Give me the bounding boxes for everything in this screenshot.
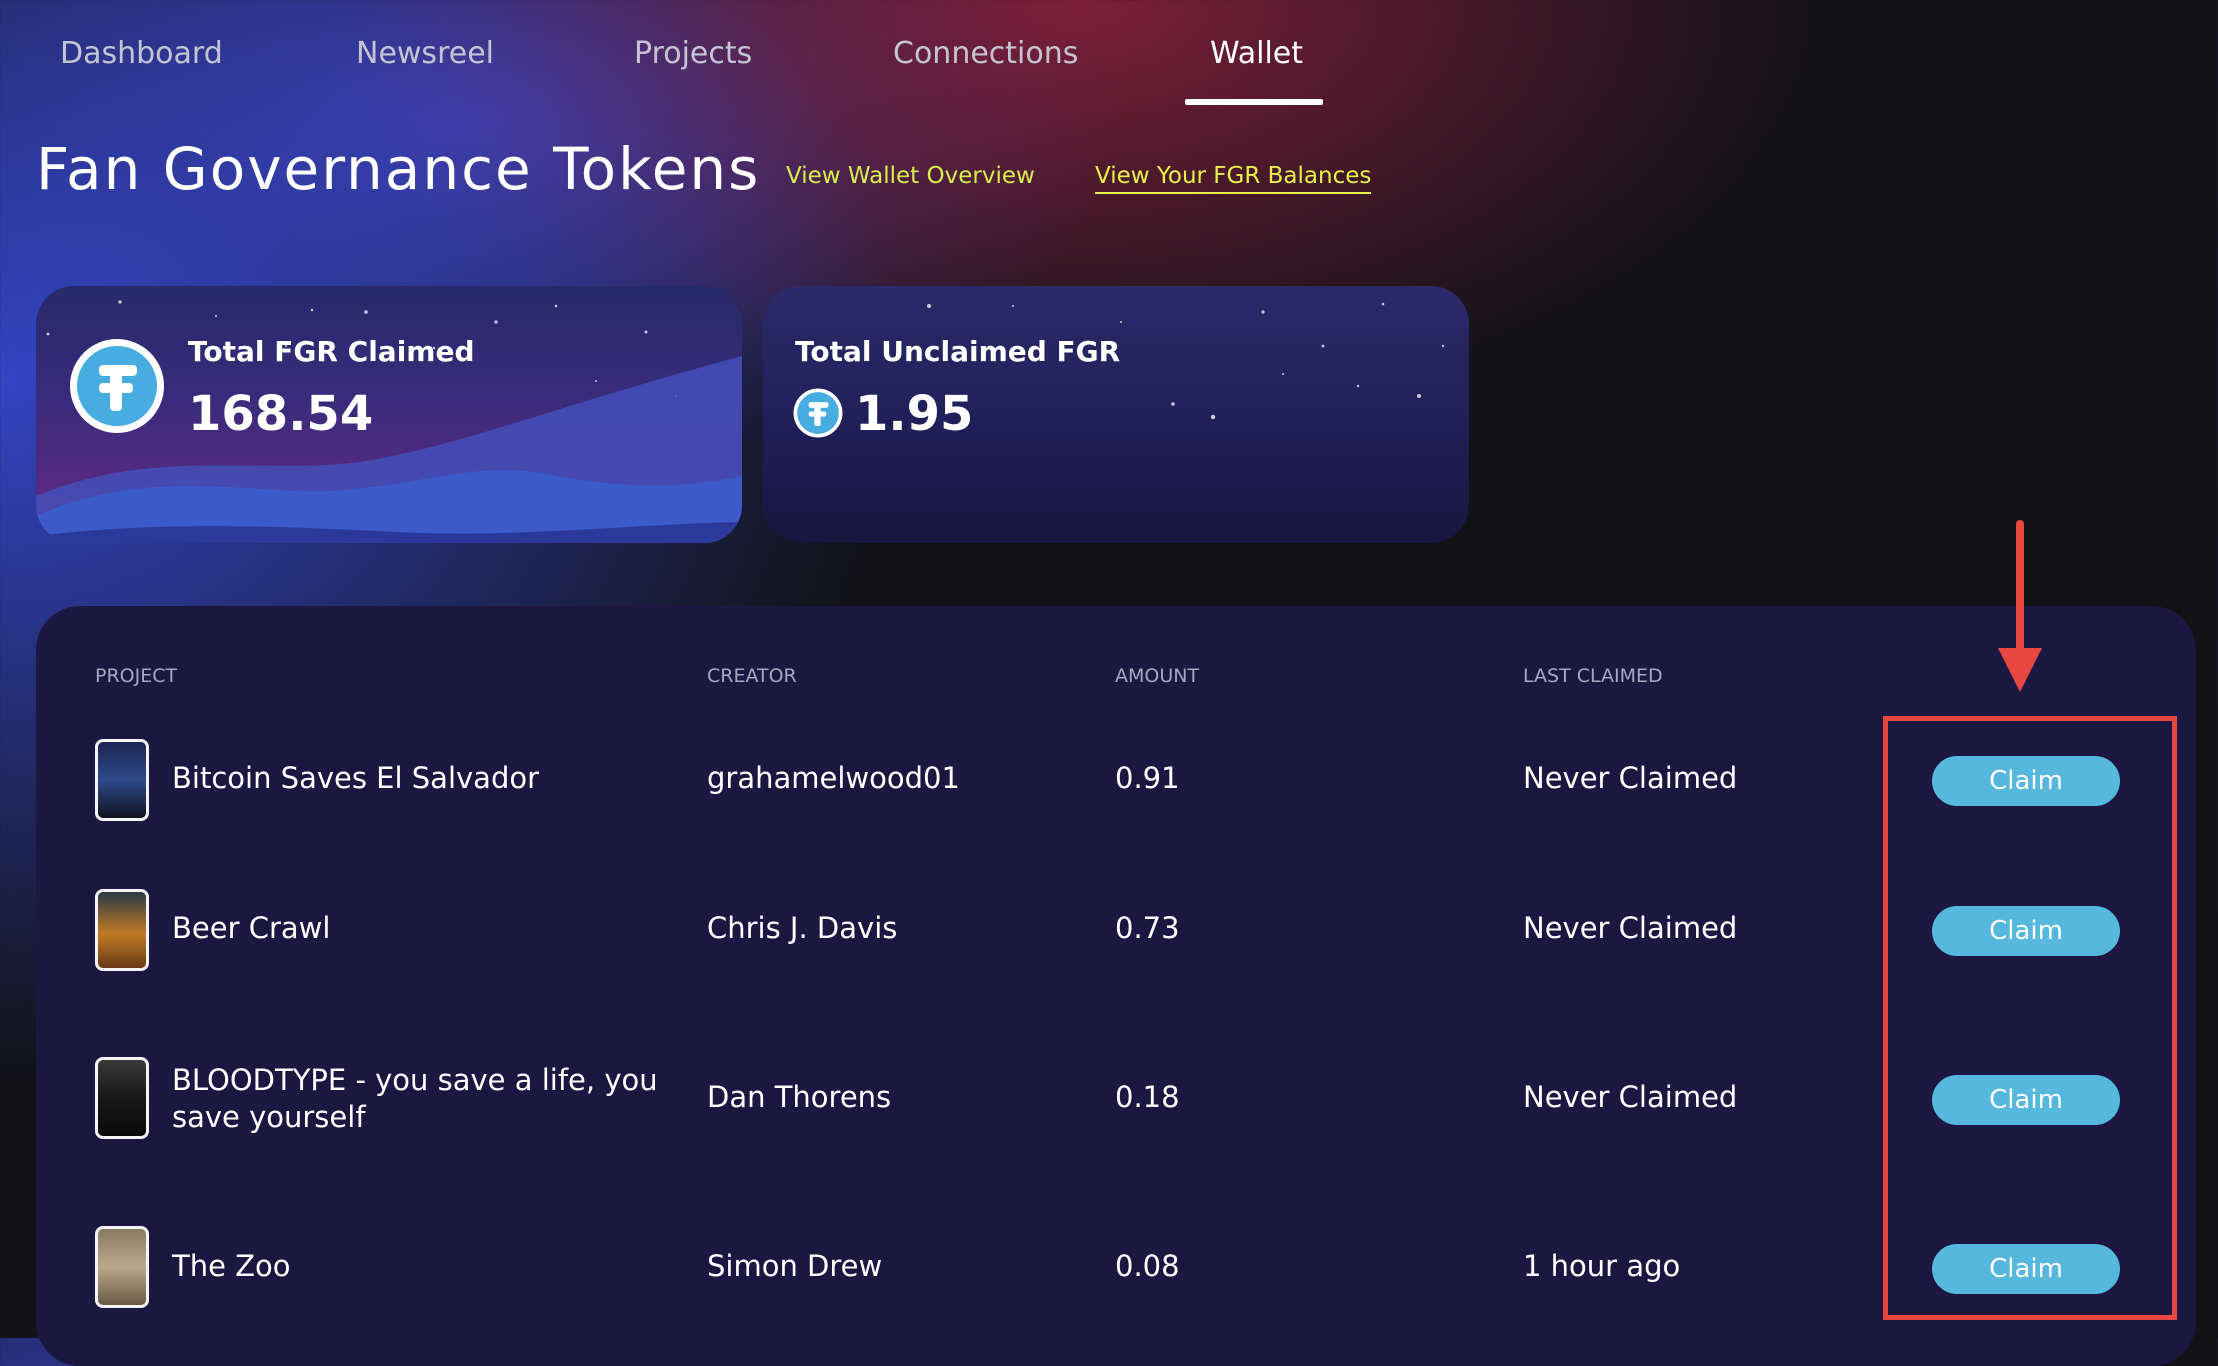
nav-tab-newsreel[interactable]: Newsreel	[356, 36, 494, 71]
fgr-token-icon-small	[793, 388, 843, 438]
nav-tab-wallet[interactable]: Wallet	[1210, 36, 1303, 71]
fgr-token-icon	[70, 339, 164, 433]
project-thumbnail[interactable]	[95, 739, 149, 821]
red-arrow-down	[1998, 520, 2042, 692]
row-last-claimed: Never Claimed	[1523, 911, 1738, 945]
row-amount: 0.18	[1115, 1080, 1180, 1114]
row-last-claimed: 1 hour ago	[1523, 1249, 1681, 1283]
column-header-amount: AMOUNT	[1115, 665, 1200, 687]
row-last-claimed: Never Claimed	[1523, 761, 1738, 795]
row-creator: grahamelwood01	[707, 761, 960, 795]
view-fgr-balances-link[interactable]: View Your FGR Balances	[1095, 163, 1372, 194]
project-thumbnail[interactable]	[95, 1226, 149, 1308]
project-thumbnail[interactable]	[95, 889, 149, 971]
total-unclaimed-value: 1.95	[855, 386, 974, 442]
row-creator: Chris J. Davis	[707, 911, 898, 945]
total-claimed-value: 168.54	[188, 386, 374, 442]
total-unclaimed-card: Total Unclaimed FGR 1.95	[763, 286, 1469, 543]
column-header-last-claimed: LAST CLAIMED	[1523, 665, 1663, 687]
total-claimed-card: Total FGR Claimed 168.54	[36, 286, 742, 543]
row-project-name[interactable]: Beer Crawl	[172, 911, 330, 945]
total-unclaimed-label: Total Unclaimed FGR	[795, 335, 1121, 368]
row-creator: Simon Drew	[707, 1249, 883, 1283]
project-thumbnail[interactable]	[95, 1057, 149, 1139]
view-wallet-overview-link[interactable]: View Wallet Overview	[786, 163, 1035, 189]
column-header-project: PROJECT	[95, 665, 178, 687]
row-amount: 0.73	[1115, 911, 1180, 945]
nav-tab-connections[interactable]: Connections	[893, 36, 1078, 71]
total-claimed-label: Total FGR Claimed	[188, 335, 475, 368]
annotation-highlight-box	[1883, 716, 2177, 1320]
row-last-claimed: Never Claimed	[1523, 1080, 1738, 1114]
column-header-creator: CREATOR	[707, 665, 797, 687]
row-amount: 0.08	[1115, 1249, 1180, 1283]
page-title: Fan Governance Tokens	[36, 135, 761, 203]
active-tab-indicator	[1185, 99, 1323, 105]
row-amount: 0.91	[1115, 761, 1180, 795]
row-project-name[interactable]: BLOODTYPE - you save a life, you save yo…	[172, 1062, 672, 1136]
nav-tab-projects[interactable]: Projects	[634, 36, 752, 71]
row-project-name[interactable]: Bitcoin Saves El Salvador	[172, 761, 539, 795]
row-project-name[interactable]: The Zoo	[172, 1249, 291, 1283]
row-creator: Dan Thorens	[707, 1080, 892, 1114]
nav-tab-dashboard[interactable]: Dashboard	[60, 36, 223, 71]
